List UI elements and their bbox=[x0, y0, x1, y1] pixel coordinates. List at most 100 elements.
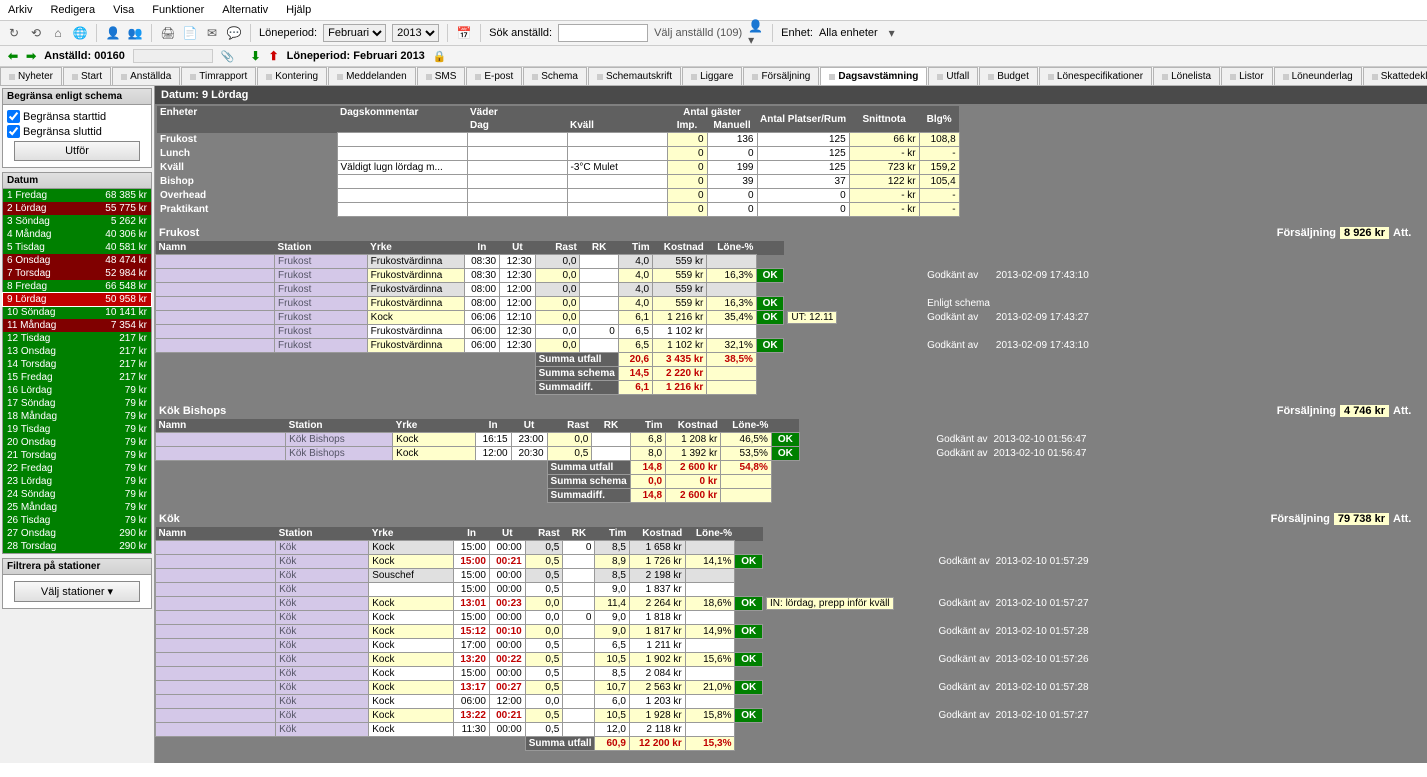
user-icon[interactable]: 👤 bbox=[105, 25, 121, 41]
tab-anställda[interactable]: Anställda bbox=[112, 67, 180, 85]
prev-emp-icon[interactable]: ⬅ bbox=[8, 49, 18, 63]
chat-icon[interactable]: 💬 bbox=[226, 25, 242, 41]
lock-icon: 🔒 bbox=[433, 50, 447, 63]
tab-schema[interactable]: Schema bbox=[523, 67, 587, 85]
year-select[interactable]: 2013 bbox=[392, 24, 439, 42]
globe-icon[interactable]: 🌐 bbox=[72, 25, 88, 41]
chevron-down-icon[interactable]: ▾ bbox=[884, 25, 900, 41]
next-emp-icon[interactable]: ➡ bbox=[26, 49, 36, 63]
date-row[interactable]: 3 Söndag5 262 kr bbox=[3, 215, 151, 228]
date-panel: Datum 1 Fredag68 385 kr2 Lördag55 775 kr… bbox=[2, 172, 152, 554]
date-row[interactable]: 8 Fredag66 548 kr bbox=[3, 280, 151, 293]
tab-start[interactable]: Start bbox=[63, 67, 111, 85]
tab-skattedeklaration[interactable]: Skattedeklaration bbox=[1363, 67, 1427, 85]
ok-button[interactable]: OK bbox=[735, 709, 763, 723]
down-icon[interactable]: ⬇ bbox=[251, 49, 261, 63]
menu-visa[interactable]: Visa bbox=[113, 4, 134, 16]
run-button[interactable]: Utför bbox=[14, 141, 140, 161]
cb-sluttid[interactable]: Begränsa sluttid bbox=[7, 125, 147, 138]
date-row[interactable]: 2 Lördag55 775 kr bbox=[3, 202, 151, 215]
tab-e-post[interactable]: E-post bbox=[466, 67, 522, 85]
date-row[interactable]: 7 Torsdag52 984 kr bbox=[3, 267, 151, 280]
ok-button[interactable]: OK bbox=[771, 447, 799, 461]
attach-icon[interactable]: 📎 bbox=[221, 50, 235, 63]
tab-sms[interactable]: SMS bbox=[417, 67, 466, 85]
choose-emp[interactable]: Välj anställd (109) bbox=[654, 27, 742, 39]
ok-button[interactable]: OK bbox=[735, 681, 763, 695]
up-icon[interactable]: ⬆ bbox=[269, 49, 279, 63]
limit-title: Begränsa enligt schema bbox=[3, 89, 151, 105]
date-row[interactable]: 14 Torsdag217 kr bbox=[3, 358, 151, 371]
ok-button[interactable]: OK bbox=[735, 625, 763, 639]
tabs: NyheterStartAnställdaTimrapportKontering… bbox=[0, 67, 1427, 86]
date-row[interactable]: 23 Lördag79 kr bbox=[3, 475, 151, 488]
search-input[interactable] bbox=[558, 24, 648, 42]
date-row[interactable]: 28 Torsdag290 kr bbox=[3, 540, 151, 553]
filter-button[interactable]: Välj stationer ▾ bbox=[14, 581, 140, 602]
date-row[interactable]: 20 Onsdag79 kr bbox=[3, 436, 151, 449]
tab-meddelanden[interactable]: Meddelanden bbox=[328, 67, 416, 85]
tab-timrapport[interactable]: Timrapport bbox=[181, 67, 256, 85]
month-select[interactable]: Februari bbox=[323, 24, 386, 42]
date-row[interactable]: 24 Söndag79 kr bbox=[3, 488, 151, 501]
ok-button[interactable]: OK bbox=[735, 555, 763, 569]
date-row[interactable]: 10 Söndag10 141 kr bbox=[3, 306, 151, 319]
date-row[interactable]: 4 Måndag40 306 kr bbox=[3, 228, 151, 241]
date-row[interactable]: 16 Lördag79 kr bbox=[3, 384, 151, 397]
tab-listor[interactable]: Listor bbox=[1221, 67, 1272, 85]
date-row[interactable]: 17 Söndag79 kr bbox=[3, 397, 151, 410]
user-dropdown-icon[interactable]: 👤▾ bbox=[748, 25, 764, 41]
menu-alternativ[interactable]: Alternativ bbox=[222, 4, 268, 16]
date-row[interactable]: 22 Fredag79 kr bbox=[3, 462, 151, 475]
tab-lönelista[interactable]: Lönelista bbox=[1153, 67, 1220, 85]
menu-arkiv[interactable]: Arkiv bbox=[8, 4, 32, 16]
ok-button[interactable]: OK bbox=[771, 433, 799, 447]
tab-nyheter[interactable]: Nyheter bbox=[0, 67, 62, 85]
date-row[interactable]: 13 Onsdag217 kr bbox=[3, 345, 151, 358]
menu-hjälp[interactable]: Hjälp bbox=[286, 4, 311, 16]
date-row[interactable]: 26 Tisdag79 kr bbox=[3, 514, 151, 527]
ok-button[interactable]: OK bbox=[756, 311, 783, 325]
tab-budget[interactable]: Budget bbox=[979, 67, 1038, 85]
ok-button[interactable]: OK bbox=[735, 653, 763, 667]
cb-starttid[interactable]: Begränsa starttid bbox=[7, 110, 147, 123]
back-icon[interactable]: ⟲ bbox=[28, 25, 44, 41]
menubar: Arkiv Redigera Visa Funktioner Alternativ Hjä… bbox=[0, 0, 1427, 21]
ok-button[interactable]: OK bbox=[756, 339, 783, 353]
date-row[interactable]: 11 Måndag7 354 kr bbox=[3, 319, 151, 332]
home-icon[interactable]: ⌂ bbox=[50, 25, 66, 41]
menu-redigera[interactable]: Redigera bbox=[50, 4, 95, 16]
tab-löneunderlag[interactable]: Löneunderlag bbox=[1274, 67, 1362, 85]
date-row[interactable]: 5 Tisdag40 581 kr bbox=[3, 241, 151, 254]
mail-icon[interactable]: ✉ bbox=[204, 25, 220, 41]
date-row[interactable]: 19 Tisdag79 kr bbox=[3, 423, 151, 436]
date-list: 1 Fredag68 385 kr2 Lördag55 775 kr3 Sönd… bbox=[3, 189, 151, 553]
ok-button[interactable]: OK bbox=[735, 597, 763, 611]
ok-button[interactable]: OK bbox=[756, 269, 783, 283]
date-row[interactable]: 1 Fredag68 385 kr bbox=[3, 189, 151, 202]
menu-funktioner[interactable]: Funktioner bbox=[152, 4, 204, 16]
doc-icon[interactable]: 📄 bbox=[182, 25, 198, 41]
date-row[interactable]: 25 Måndag79 kr bbox=[3, 501, 151, 514]
date-row[interactable]: 9 Lördag50 958 kr bbox=[3, 293, 151, 306]
date-row[interactable]: 27 Onsdag290 kr bbox=[3, 527, 151, 540]
tab-utfall[interactable]: Utfall bbox=[928, 67, 978, 85]
user-add-icon[interactable]: 👥 bbox=[127, 25, 143, 41]
refresh-icon[interactable]: ↻ bbox=[6, 25, 22, 41]
toolbar: ↻ ⟲ ⌂ 🌐 👤 👥 🖨 📄 ✉ 💬 Löneperiod: Februari… bbox=[0, 21, 1427, 46]
date-row[interactable]: 12 Tisdag217 kr bbox=[3, 332, 151, 345]
tab-schemautskrift[interactable]: Schemautskrift bbox=[588, 67, 681, 85]
tab-kontering[interactable]: Kontering bbox=[257, 67, 327, 85]
tab-dagsavstämning[interactable]: Dagsavstämning bbox=[820, 67, 927, 85]
calendar-icon[interactable]: 📅 bbox=[456, 25, 472, 41]
tab-försäljning[interactable]: Försäljning bbox=[743, 67, 819, 85]
date-row[interactable]: 6 Onsdag48 474 kr bbox=[3, 254, 151, 267]
print-icon[interactable]: 🖨 bbox=[160, 25, 176, 41]
tab-lönespecifikationer[interactable]: Lönespecifikationer bbox=[1039, 67, 1152, 85]
date-row[interactable]: 21 Torsdag79 kr bbox=[3, 449, 151, 462]
ok-button[interactable]: OK bbox=[756, 297, 783, 311]
tab-liggare[interactable]: Liggare bbox=[682, 67, 742, 85]
date-row[interactable]: 15 Fredag217 kr bbox=[3, 371, 151, 384]
unit-value[interactable]: Alla enheter bbox=[819, 27, 878, 39]
date-row[interactable]: 18 Måndag79 kr bbox=[3, 410, 151, 423]
